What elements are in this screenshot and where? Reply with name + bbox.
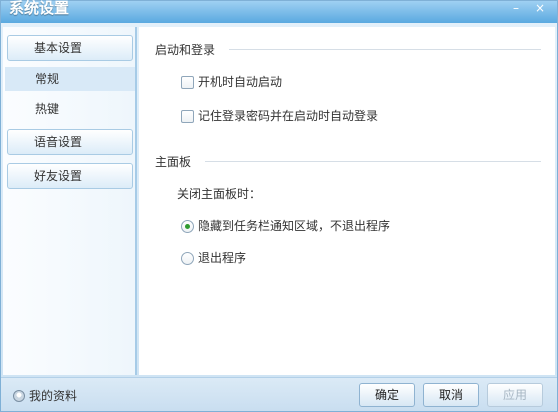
sidebar-item-label: 热键 <box>35 102 60 116</box>
option-auto-start[interactable]: 开机时自动启动 <box>181 73 282 91</box>
sidebar-group-label: 好友设置 <box>34 169 83 183</box>
window-title: 系统设置 <box>9 0 70 17</box>
option-label: 记住登录密码并在启动时自动登录 <box>198 109 379 123</box>
sidebar-item-hotkeys[interactable]: 热键 <box>5 97 135 121</box>
sidebar-item-general[interactable]: 常规 <box>5 67 135 91</box>
section-title-main-panel: 主面板 <box>155 155 192 169</box>
my-profile-link[interactable]: 我的资料 <box>13 387 77 404</box>
option-minimize-to-tray[interactable]: 隐藏到任务栏通知区域，不退出程序 <box>181 217 390 235</box>
title-bar[interactable]: 系统设置 – × <box>1 0 557 23</box>
minimize-icon[interactable]: – <box>507 1 525 15</box>
dialog-footer: 我的资料 确定 取消 应用 <box>1 377 557 411</box>
section-divider <box>205 161 541 162</box>
option-label: 开机时自动启动 <box>198 75 283 89</box>
sidebar-item-label: 常规 <box>35 72 60 86</box>
user-icon <box>13 389 25 402</box>
sidebar-group-basic[interactable]: 基本设置 <box>7 35 133 61</box>
ok-button[interactable]: 确定 <box>359 383 415 407</box>
apply-button[interactable]: 应用 <box>487 383 543 407</box>
option-exit-program[interactable]: 退出程序 <box>181 249 246 267</box>
settings-sidebar: 基本设置 常规 热键 语音设置 好友设置 <box>3 27 137 375</box>
settings-content: 启动和登录 开机时自动启动 记住登录密码并在启动时自动登录 主面板 关闭主面板时… <box>139 27 555 375</box>
option-label: 退出程序 <box>198 251 247 265</box>
exit-program-radio[interactable] <box>181 251 194 265</box>
sidebar-group-friends[interactable]: 好友设置 <box>7 163 133 189</box>
cancel-button[interactable]: 取消 <box>423 383 479 407</box>
auto-login-checkbox[interactable] <box>181 109 194 123</box>
auto-start-checkbox[interactable] <box>181 75 194 89</box>
section-title-startup: 启动和登录 <box>155 43 216 57</box>
close-icon[interactable]: × <box>531 1 549 15</box>
sidebar-group-voice[interactable]: 语音设置 <box>7 129 133 155</box>
minimize-to-tray-radio[interactable] <box>181 219 194 233</box>
close-panel-prompt: 关闭主面板时： <box>177 187 262 201</box>
section-divider <box>229 49 541 50</box>
profile-label: 我的资料 <box>29 389 78 403</box>
option-label: 隐藏到任务栏通知区域，不退出程序 <box>198 219 391 233</box>
sidebar-group-label: 基本设置 <box>34 41 83 55</box>
sidebar-group-label: 语音设置 <box>34 135 83 149</box>
settings-window: 系统设置 – × 基本设置 常规 热键 语音设置 好友设置 启动和登录 开机时自… <box>0 0 558 412</box>
option-auto-login[interactable]: 记住登录密码并在启动时自动登录 <box>181 107 378 125</box>
